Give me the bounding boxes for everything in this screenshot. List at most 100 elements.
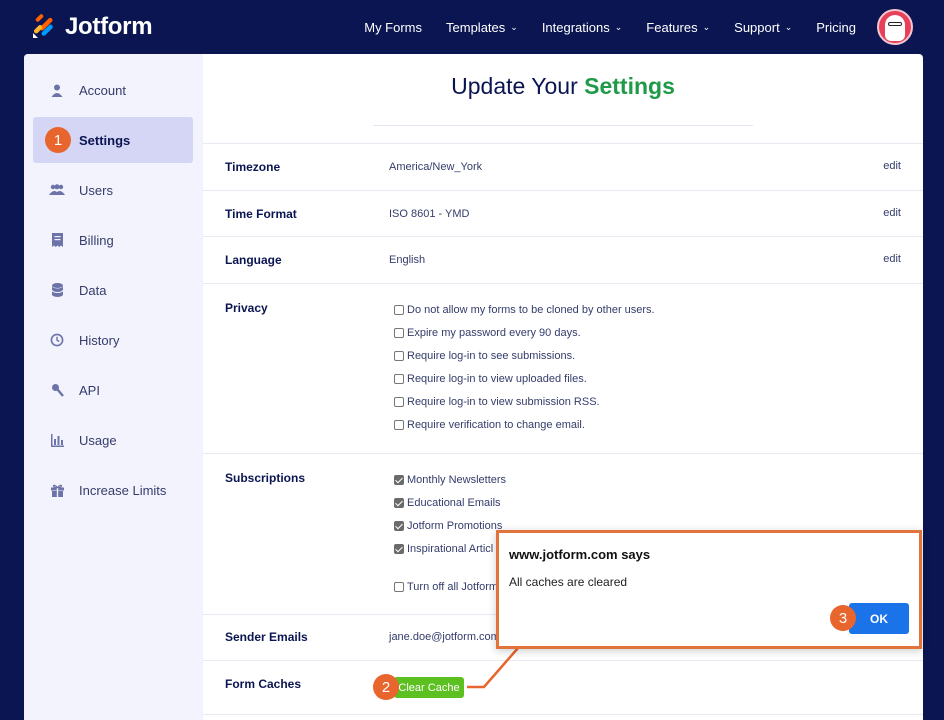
sender-email-value: jane.doe@jotform.com: [389, 631, 500, 643]
checkbox[interactable]: [394, 582, 404, 592]
subscription-turn-off-all[interactable]: Turn off all Jotform: [394, 581, 498, 593]
sidebar-item-label: Data: [79, 282, 107, 298]
chevron-down-icon: ⌄: [510, 21, 518, 32]
sidebar-item-api[interactable]: API: [33, 367, 193, 413]
logo-text: Jotform: [65, 13, 153, 40]
sidebar-item-label: History: [79, 332, 120, 348]
sidebar-item-history[interactable]: History: [33, 317, 193, 363]
api-icon: [49, 382, 65, 398]
timezone-value: America/New_York: [389, 161, 483, 173]
nav-label: Support: [734, 19, 780, 35]
history-icon: [49, 332, 65, 348]
checkbox-checked[interactable]: [394, 475, 404, 485]
page-title: Update Your Settings: [203, 73, 923, 100]
checkbox[interactable]: [394, 420, 404, 430]
nav-label: Templates: [446, 19, 506, 35]
subscription-option[interactable]: Inspirational Articl: [394, 543, 493, 555]
row-divider: [203, 660, 923, 661]
nav-my-forms[interactable]: My Forms: [364, 20, 422, 35]
sidebar-item-users[interactable]: Users: [33, 167, 193, 213]
nav-integrations[interactable]: Integrations ⌄: [542, 20, 622, 35]
checkbox[interactable]: [394, 328, 404, 338]
sidebar-item-account[interactable]: Account: [33, 67, 193, 113]
privacy-option[interactable]: Require log-in to view submission RSS.: [394, 396, 600, 408]
language-value: English: [389, 254, 426, 266]
sidebar-item-increase-limits[interactable]: Increase Limits: [33, 467, 193, 513]
checkbox-label: Require log-in to view submission RSS.: [407, 396, 600, 408]
subscriptions-label: Subscriptions: [225, 471, 306, 485]
checkbox-checked[interactable]: [394, 521, 404, 531]
sidebar-item-label: Usage: [79, 432, 117, 448]
title-accent: Settings: [584, 73, 675, 99]
timezone-label: Timezone: [225, 160, 281, 174]
subscription-option[interactable]: Monthly Newsletters: [394, 474, 506, 486]
time-format-edit-link[interactable]: edit: [883, 207, 901, 219]
nav-label: Integrations: [541, 19, 610, 35]
checkbox-checked[interactable]: [394, 498, 404, 508]
nav-label: Features: [646, 19, 698, 35]
nav-pricing[interactable]: Pricing: [816, 20, 856, 35]
subscription-option[interactable]: Educational Emails: [394, 497, 501, 509]
sidebar: Account Settings Users Billing Data Hist…: [24, 54, 203, 720]
nav-support[interactable]: Support ⌄: [734, 20, 792, 35]
title-prefix: Update Your: [451, 73, 585, 99]
gift-icon: [49, 482, 65, 498]
step-badge-1: 1: [45, 127, 71, 153]
checkbox[interactable]: [394, 374, 404, 384]
avatar[interactable]: [877, 9, 913, 45]
sidebar-item-label: Account: [79, 82, 126, 98]
privacy-option[interactable]: Do not allow my forms to be cloned by ot…: [394, 304, 655, 316]
privacy-option[interactable]: Require log-in to view uploaded files.: [394, 373, 587, 385]
checkbox-label: Educational Emails: [407, 497, 501, 509]
sidebar-item-label: Increase Limits: [79, 482, 167, 498]
dialog-title: www.jotform.com says: [509, 547, 651, 562]
row-divider: [203, 190, 923, 191]
ok-button[interactable]: OK: [849, 603, 909, 634]
user-icon: [49, 82, 65, 98]
timezone-edit-link[interactable]: edit: [883, 160, 901, 172]
row-divider: [203, 283, 923, 284]
chevron-down-icon: ⌄: [614, 21, 623, 32]
avatar-glasses-icon: [888, 22, 902, 26]
checkbox-label: Turn off all Jotform: [407, 581, 499, 593]
privacy-option[interactable]: Expire my password every 90 days.: [394, 327, 581, 339]
users-icon: [49, 182, 65, 198]
subscription-option[interactable]: Jotform Promotions: [394, 520, 502, 532]
database-icon: [49, 282, 65, 298]
top-navbar: Jotform My Forms Templates ⌄ Integrations…: [0, 0, 944, 54]
sidebar-item-usage[interactable]: Usage: [33, 417, 193, 463]
sidebar-item-label: Settings: [79, 132, 131, 148]
bar-chart-icon: [49, 432, 65, 448]
clear-cache-button[interactable]: Clear Cache: [394, 677, 464, 698]
title-divider: [373, 125, 753, 126]
language-edit-link[interactable]: edit: [883, 253, 901, 265]
chevron-down-icon: ⌄: [784, 21, 793, 32]
step-badge-2: 2: [373, 674, 399, 700]
main-nav: My Forms Templates ⌄ Integrations ⌄ Featur…: [340, 0, 856, 54]
sidebar-item-billing[interactable]: Billing: [33, 217, 193, 263]
privacy-option[interactable]: Require log-in to see submissions.: [394, 350, 575, 362]
checkbox[interactable]: [394, 397, 404, 407]
nav-features[interactable]: Features ⌄: [646, 20, 710, 35]
nav-templates[interactable]: Templates ⌄: [446, 20, 518, 35]
receipt-icon: [49, 232, 65, 248]
nav-label: My Forms: [364, 19, 423, 35]
sidebar-item-label: Billing: [79, 232, 114, 248]
step-badge-3: 3: [830, 605, 856, 631]
checkbox-label: Require verification to change email.: [407, 419, 585, 431]
chevron-down-icon: ⌄: [702, 21, 711, 32]
privacy-label: Privacy: [225, 301, 268, 315]
row-divider: [203, 453, 923, 454]
alert-dialog: www.jotform.com says All caches are clea…: [496, 530, 922, 649]
privacy-option[interactable]: Require verification to change email.: [394, 419, 585, 431]
time-format-label: Time Format: [225, 207, 297, 221]
checkbox[interactable]: [394, 305, 404, 315]
time-format-value: ISO 8601 - YMD: [389, 208, 470, 220]
jotform-logo[interactable]: Jotform: [31, 13, 153, 41]
checkbox[interactable]: [394, 351, 404, 361]
sidebar-item-data[interactable]: Data: [33, 267, 193, 313]
checkbox-label: Jotform Promotions: [407, 520, 503, 532]
row-divider: [203, 143, 923, 144]
checkbox-checked[interactable]: [394, 544, 404, 554]
sender-emails-label: Sender Emails: [225, 630, 308, 644]
